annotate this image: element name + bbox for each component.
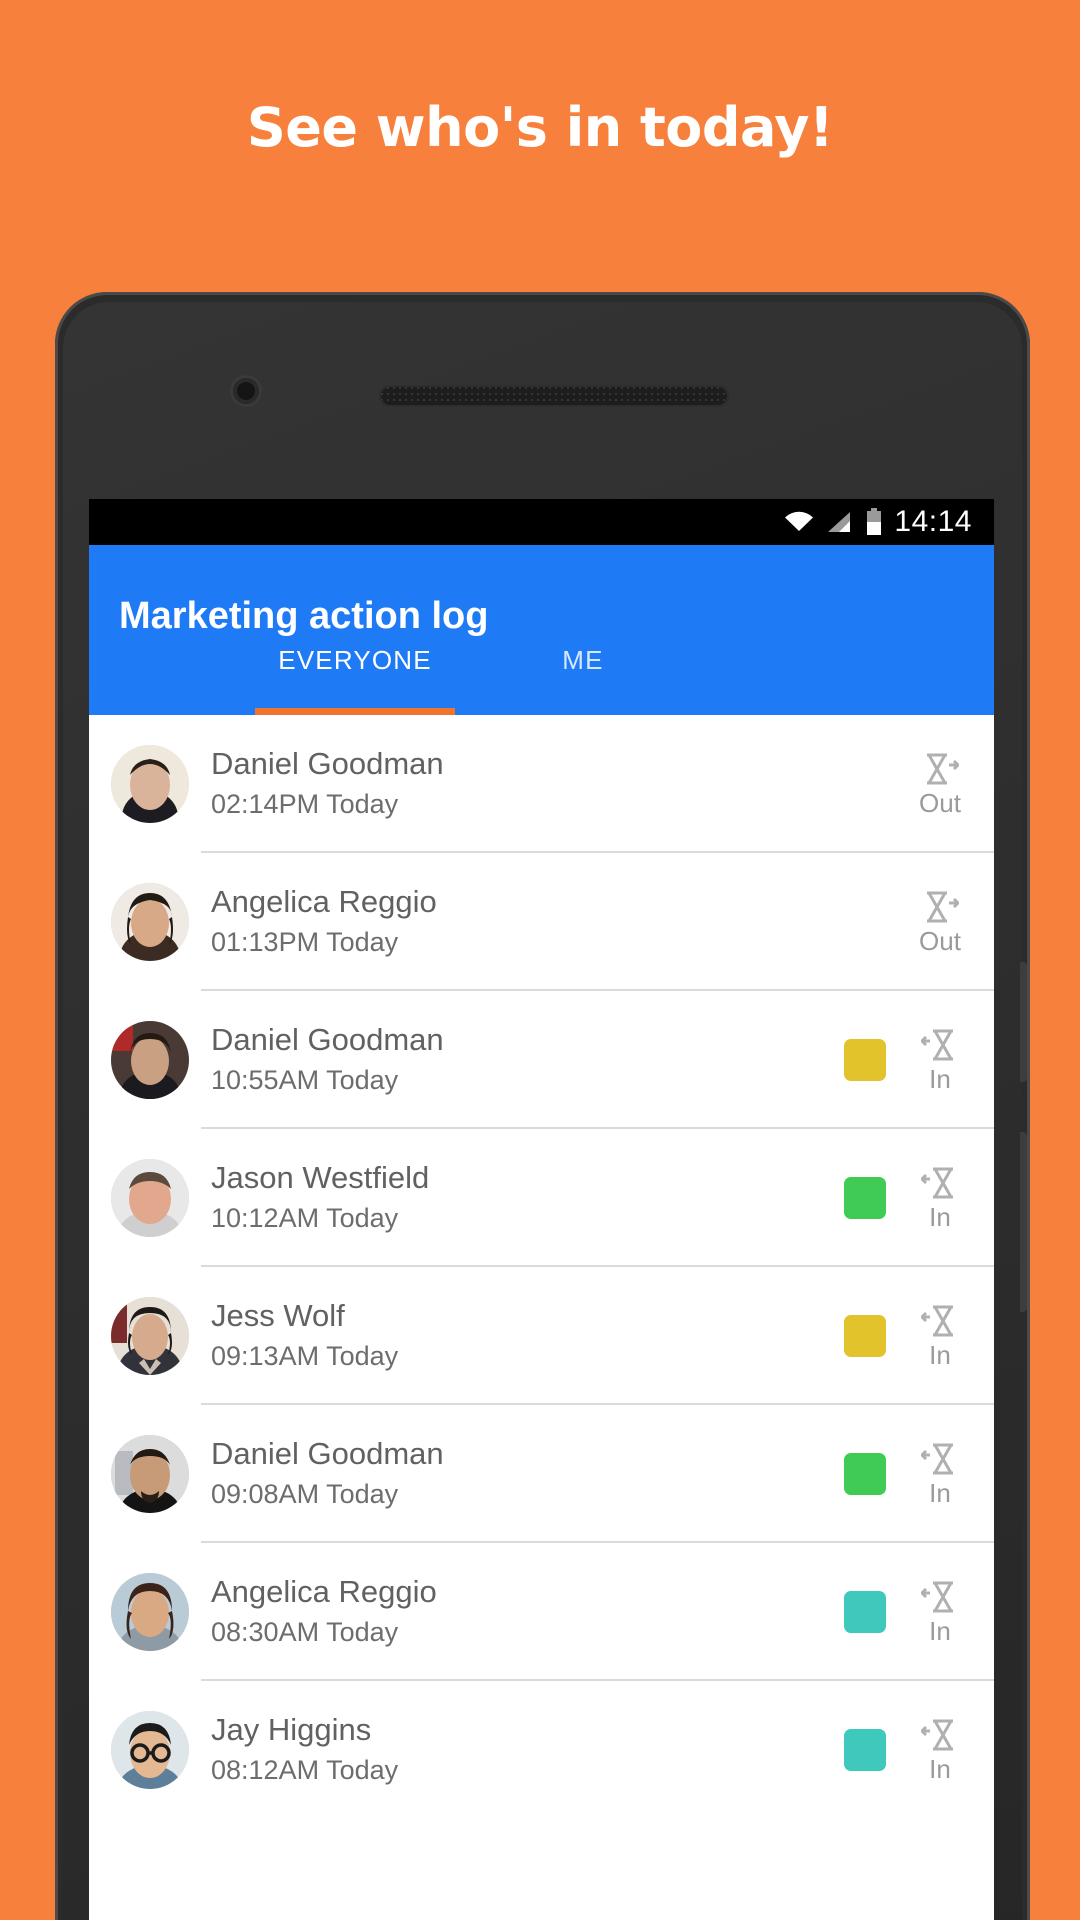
avatar — [111, 1711, 189, 1789]
avatar — [111, 1573, 189, 1651]
color-swatch — [844, 1453, 886, 1495]
row-name: Jay Higgins — [211, 1712, 372, 1748]
color-swatch — [844, 1591, 886, 1633]
table-row[interactable]: Jess Wolf 09:13AM Today In — [89, 1267, 994, 1405]
status-label: In — [929, 1063, 951, 1094]
avatar — [111, 745, 189, 823]
row-time: 09:08AM Today — [211, 1479, 399, 1510]
row-time: 10:12AM Today — [211, 1203, 399, 1234]
signal-icon — [826, 510, 854, 534]
table-row[interactable]: Daniel Goodman 02:14PM Today Out — [89, 715, 994, 853]
row-name: Daniel Goodman — [211, 1436, 444, 1472]
hourglass-in-icon — [908, 1303, 972, 1341]
phone-bezel: 14:14 Marketing action log EVERYONE ME D… — [63, 302, 1027, 1920]
row-time: 10:55AM Today — [211, 1065, 399, 1096]
table-row[interactable]: Angelica Reggio 08:30AM Today In — [89, 1543, 994, 1681]
status-badge: In — [908, 1303, 972, 1370]
tab-me-label: ME — [562, 645, 604, 675]
table-row[interactable]: Angelica Reggio 01:13PM Today Out — [89, 853, 994, 991]
row-text: Jess Wolf 09:13AM Today — [189, 1297, 844, 1374]
avatar — [111, 883, 189, 961]
hourglass-in-icon — [908, 1579, 972, 1617]
status-badge: In — [908, 1579, 972, 1646]
status-bar-clock: 14:14 — [894, 505, 972, 538]
status-label: Out — [919, 787, 961, 818]
row-text: Daniel Goodman 02:14PM Today — [189, 745, 844, 822]
row-name: Angelica Reggio — [211, 1574, 437, 1610]
tab-everyone[interactable]: EVERYONE — [241, 643, 469, 715]
row-text: Angelica Reggio 01:13PM Today — [189, 883, 844, 960]
table-row[interactable]: Daniel Goodman 09:08AM Today In — [89, 1405, 994, 1543]
app-bar: Marketing action log EVERYONE ME — [89, 545, 994, 715]
color-swatch — [844, 1315, 886, 1357]
promo-headline: See who's in today! — [246, 96, 834, 159]
color-swatch — [844, 1177, 886, 1219]
color-swatch — [844, 1729, 886, 1771]
battery-icon — [866, 508, 882, 536]
row-text: Jason Westfield 10:12AM Today — [189, 1159, 844, 1236]
status-badge: In — [908, 1027, 972, 1094]
row-text: Daniel Goodman 10:55AM Today — [189, 1021, 844, 1098]
earpiece-speaker — [379, 385, 729, 407]
row-name: Jason Westfield — [211, 1160, 430, 1196]
table-row[interactable]: Jay Higgins 08:12AM Today In — [89, 1681, 994, 1819]
page-title: Marketing action log — [119, 595, 489, 637]
status-badge: Out — [908, 889, 972, 956]
color-swatch — [844, 763, 886, 805]
avatar — [111, 1021, 189, 1099]
status-badge: Out — [908, 751, 972, 818]
row-time: 08:12AM Today — [211, 1755, 399, 1786]
phone-device-frame: 14:14 Marketing action log EVERYONE ME D… — [55, 292, 1030, 1920]
table-row[interactable]: Jason Westfield 10:12AM Today In — [89, 1129, 994, 1267]
status-label: In — [929, 1339, 951, 1370]
status-badge: In — [908, 1441, 972, 1508]
row-name: Angelica Reggio — [211, 884, 437, 920]
hourglass-in-icon — [908, 1441, 972, 1479]
row-name: Jess Wolf — [211, 1298, 345, 1334]
status-bar: 14:14 — [89, 499, 994, 545]
row-time: 08:30AM Today — [211, 1617, 399, 1648]
avatar — [111, 1297, 189, 1375]
status-badge: In — [908, 1165, 972, 1232]
hourglass-in-icon — [908, 1717, 972, 1755]
row-time: 09:13AM Today — [211, 1341, 399, 1372]
status-badge: In — [908, 1717, 972, 1784]
row-text: Daniel Goodman 09:08AM Today — [189, 1435, 844, 1512]
status-label: In — [929, 1753, 951, 1784]
row-text: Angelica Reggio 08:30AM Today — [189, 1573, 844, 1650]
hourglass-in-icon — [908, 1165, 972, 1203]
status-label: In — [929, 1615, 951, 1646]
hourglass-out-icon — [908, 889, 972, 927]
phone-screen: 14:14 Marketing action log EVERYONE ME D… — [89, 499, 994, 1920]
row-time: 01:13PM Today — [211, 927, 399, 958]
row-name: Daniel Goodman — [211, 1022, 444, 1058]
hourglass-in-icon — [908, 1027, 972, 1065]
row-name: Daniel Goodman — [211, 746, 444, 782]
tab-bar: EVERYONE ME — [89, 643, 994, 715]
power-button[interactable] — [1020, 1132, 1027, 1312]
row-time: 02:14PM Today — [211, 789, 399, 820]
tab-me[interactable]: ME — [469, 643, 697, 715]
tab-everyone-label: EVERYONE — [278, 645, 432, 675]
status-label: In — [929, 1477, 951, 1508]
front-camera-icon — [233, 378, 259, 404]
wifi-icon — [784, 510, 814, 534]
action-log-list[interactable]: Daniel Goodman 02:14PM Today Out Angelic… — [89, 715, 994, 1920]
color-swatch — [844, 901, 886, 943]
hourglass-out-icon — [908, 751, 972, 789]
row-text: Jay Higgins 08:12AM Today — [189, 1711, 844, 1788]
table-row[interactable]: Daniel Goodman 10:55AM Today In — [89, 991, 994, 1129]
color-swatch — [844, 1039, 886, 1081]
status-label: In — [929, 1201, 951, 1232]
avatar — [111, 1435, 189, 1513]
status-label: Out — [919, 925, 961, 956]
volume-button[interactable] — [1020, 962, 1027, 1082]
avatar — [111, 1159, 189, 1237]
